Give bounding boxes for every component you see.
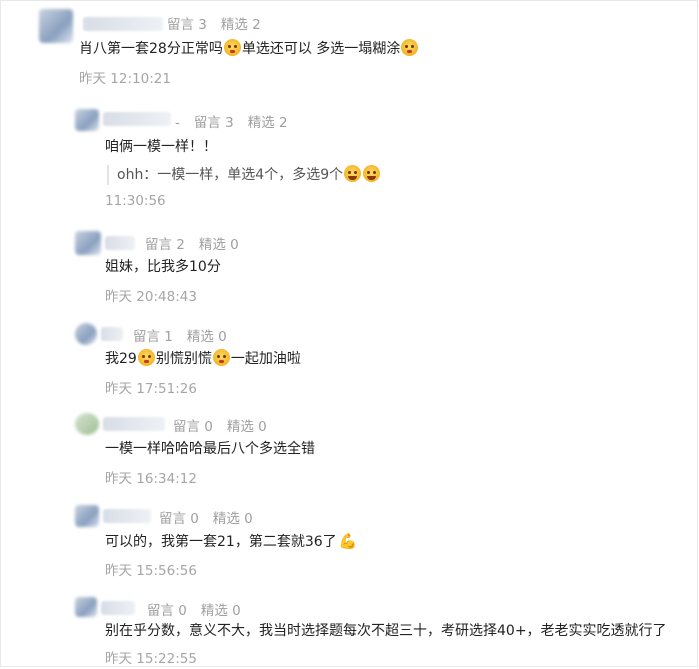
featured-count: 精选 2 <box>247 115 288 131</box>
username[interactable] <box>83 17 163 31</box>
featured-count: 精选 0 <box>200 603 241 619</box>
featured-count: 精选 0 <box>198 237 239 253</box>
comment-item: 留言 0 精选 0 可以的，我第一套21，第二套就36了 💪 昨天 15:56:56 <box>75 505 675 585</box>
timestamp: 昨天 15:56:56 <box>105 563 197 579</box>
grin-emoji-icon <box>363 165 381 182</box>
awkward-emoji-icon <box>212 349 230 366</box>
featured-count: 精选 0 <box>186 329 227 345</box>
reply-count: 留言 0 <box>147 603 187 619</box>
comment-text: 我29 别慌别慌 一起加油啦 <box>105 349 301 367</box>
comment-text: 可以的，我第一套21，第二套就36了 💪 <box>105 532 358 550</box>
flexed-biceps-icon: 💪 <box>338 532 358 550</box>
avatar[interactable] <box>75 597 97 617</box>
reply-count: 留言 0 <box>159 511 199 527</box>
reply-count: 留言 1 <box>133 329 173 345</box>
reply-count: 留言 3 <box>193 115 234 131</box>
avatar[interactable] <box>39 9 73 43</box>
comment-stats: 留言 1 精选 0 <box>133 325 227 345</box>
featured-count: 精选 0 <box>212 511 253 527</box>
comment-text: 姐妹，比我多10分 <box>105 259 221 275</box>
comment-stats: 留言 2 精选 0 <box>145 233 239 253</box>
avatar[interactable] <box>75 109 99 131</box>
awkward-emoji-icon <box>137 349 155 366</box>
comment-text: 一模一样哈哈哈最后八个多选全错 <box>105 441 315 457</box>
timestamp: 昨天 15:22:55 <box>105 651 197 667</box>
quoted-reply: ohh：一模一样，单选4个，多选9个 <box>107 165 381 185</box>
comment-item: 留言 2 精选 0 姐妹，比我多10分 昨天 20:48:43 <box>75 231 675 311</box>
timestamp: 11:30:56 <box>105 193 166 209</box>
comment-stats: 留言 0 精选 0 <box>173 415 267 435</box>
reply-count: 留言 2 <box>145 237 185 253</box>
featured-count: 精选 2 <box>220 17 261 33</box>
comment-stats: 留言 0 精选 0 <box>159 507 253 527</box>
username[interactable] <box>103 417 165 431</box>
awkward-emoji-icon <box>401 39 419 56</box>
comment-stats: 留言 3 精选 2 <box>167 13 261 33</box>
username[interactable] <box>105 236 135 250</box>
comment-item: 留言 3 精选 2 肖八第一套28分正常吗 单选还可以 多选一塌糊涂 昨天 12:1… <box>39 9 691 91</box>
avatar[interactable] <box>75 505 99 527</box>
timestamp: 昨天 16:34:12 <box>105 471 197 487</box>
featured-count: 精选 0 <box>226 419 267 435</box>
reply-count: 留言 0 <box>173 419 213 435</box>
awkward-emoji-icon <box>223 39 241 56</box>
comment-text: 咱俩一模一样！！ <box>105 139 217 155</box>
avatar[interactable] <box>75 231 101 255</box>
timestamp: 昨天 20:48:43 <box>105 289 197 305</box>
reply-count: 留言 3 <box>167 17 207 33</box>
comment-text: 别在乎分数，意义不大，我当时选择题每次不超三十，考研选择40+，老老实实吃透就行… <box>105 623 667 639</box>
comment-item: 留言 0 精选 0 别在乎分数，意义不大，我当时选择题每次不超三十，考研选择40+… <box>75 597 695 669</box>
timestamp: 昨天 12:10:21 <box>79 71 171 87</box>
comment-item: 留言 0 精选 0 一模一样哈哈哈最后八个多选全错 昨天 16:34:12 <box>75 413 675 493</box>
grin-emoji-icon <box>344 165 362 182</box>
username[interactable] <box>101 601 135 615</box>
comment-stats: - 留言 3 精选 2 <box>175 115 288 131</box>
username[interactable] <box>103 112 171 126</box>
timestamp: 昨天 17:51:26 <box>105 381 197 397</box>
comment-panel: 留言 3 精选 2 肖八第一套28分正常吗 单选还可以 多选一塌糊涂 昨天 12:1… <box>0 0 698 667</box>
comment-stats: 留言 0 精选 0 <box>147 599 241 619</box>
username[interactable] <box>101 327 123 341</box>
username[interactable] <box>103 509 151 523</box>
avatar[interactable] <box>75 323 97 345</box>
comment-item: - 留言 3 精选 2 咱俩一模一样！！ ohh：一模一样，单选4个，多选9个 11… <box>75 109 685 209</box>
comment-text: 肖八第一套28分正常吗 单选还可以 多选一塌糊涂 <box>79 39 419 59</box>
avatar[interactable] <box>75 413 99 435</box>
comment-item: 留言 1 精选 0 我29 别慌别慌 一起加油啦 昨天 17:51:26 <box>75 323 675 403</box>
